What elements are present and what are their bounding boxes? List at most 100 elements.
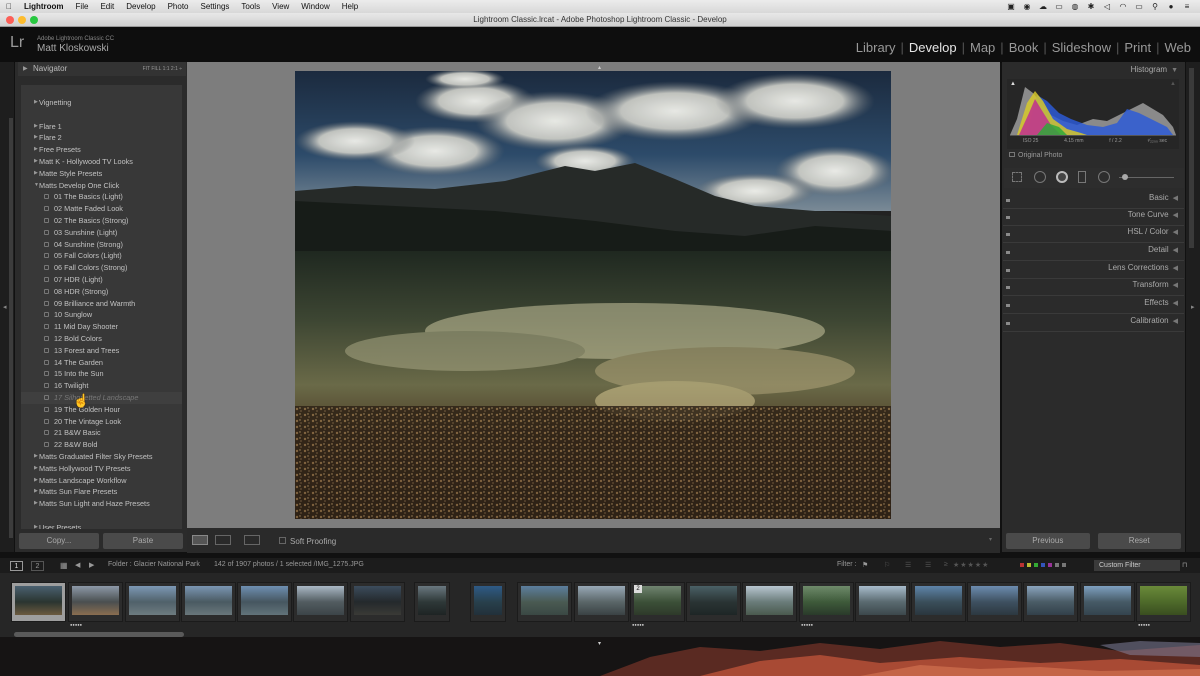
preset-folder[interactable]: ▶ Free Presets: [21, 144, 182, 156]
panel-switch-icon[interactable]: [1006, 269, 1010, 272]
disclosure-triangle-icon[interactable]: ▶: [34, 451, 38, 463]
disclosure-triangle-icon[interactable]: ◀: [1173, 282, 1178, 289]
panel-switch-icon[interactable]: [1006, 322, 1010, 325]
menu-app[interactable]: Lightroom: [18, 2, 70, 11]
main-photo[interactable]: [295, 71, 891, 519]
camera-icon[interactable]: ▣: [1006, 2, 1016, 11]
preset-item[interactable]: 20 The Vintage Look: [21, 416, 182, 428]
grid-view-icon[interactable]: ▦: [60, 561, 68, 570]
preset-folder[interactable]: ▶ User Presets: [21, 522, 182, 529]
filmstrip-thumb[interactable]: [686, 582, 741, 622]
back-arrow-icon[interactable]: ◀: [75, 561, 80, 569]
filter-lock-icon[interactable]: ⊓: [1182, 561, 1187, 569]
preset-item[interactable]: 03 Sunshine (Light): [21, 227, 182, 239]
module-slideshow[interactable]: Slideshow: [1047, 40, 1116, 55]
disclosure-triangle-icon[interactable]: ▶: [34, 522, 38, 529]
preset-item[interactable]: 02 The Basics (Strong): [21, 215, 182, 227]
preset-item[interactable]: 08 HDR (Strong): [21, 286, 182, 298]
right-panel-scrollbar[interactable]: [1189, 68, 1194, 248]
disclosure-triangle-icon[interactable]: ◀: [1173, 195, 1178, 202]
red-eye-icon[interactable]: [1056, 171, 1068, 183]
wifi-icon[interactable]: ◠: [1118, 2, 1128, 11]
preset-folder[interactable]: ▼ Matts Develop One Click: [21, 180, 182, 192]
yellow-label-icon[interactable]: [1027, 563, 1031, 567]
module-print[interactable]: Print: [1119, 40, 1156, 55]
panel-switch-icon[interactable]: [1006, 251, 1010, 254]
panel-header[interactable]: Transform ◀: [1132, 280, 1178, 289]
preset-item[interactable]: 16 Twilight: [21, 380, 182, 392]
preset-item[interactable]: 17 Silhouetted Landscape: [21, 392, 182, 404]
navigator-header[interactable]: ▶ Navigator FIT FILL 1:1 2:1 ÷: [18, 62, 186, 76]
preset-item[interactable]: 07 HDR (Light): [21, 274, 182, 286]
preset-item[interactable]: 01 The Basics (Light): [21, 191, 182, 203]
module-map[interactable]: Map: [965, 40, 1000, 55]
preset-folder[interactable]: ▶ Matts Graduated Filter Sky Presets: [21, 451, 182, 463]
preset-folder[interactable]: ▶ Matt K - Hollywood TV Looks: [21, 156, 182, 168]
preset-item[interactable]: 12 Bold Colors: [21, 333, 182, 345]
preset-folder[interactable]: ▶ Vignetting: [21, 97, 182, 109]
filter-options-icon[interactable]: ☰: [905, 561, 911, 569]
disclosure-triangle-icon[interactable]: ▶: [23, 62, 28, 76]
cloud-icon[interactable]: ☁: [1038, 2, 1048, 11]
filmstrip-thumb[interactable]: [470, 582, 506, 622]
panel-header[interactable]: Calibration ◀: [1130, 316, 1178, 325]
disclosure-triangle-icon[interactable]: ▶: [34, 486, 38, 498]
menu-photo[interactable]: Photo: [162, 2, 195, 11]
collapse-left-icon[interactable]: ◂: [3, 303, 7, 311]
volume-icon[interactable]: ◁: [1102, 2, 1112, 11]
module-library[interactable]: Library: [851, 40, 901, 55]
preset-item[interactable]: 13 Forest and Trees: [21, 345, 182, 357]
disclosure-triangle-icon[interactable]: ◀: [1173, 229, 1178, 236]
disclosure-triangle-icon[interactable]: ▶: [34, 121, 38, 133]
shadow-clipping-icon[interactable]: ▲: [1010, 81, 1016, 87]
filmstrip-thumb[interactable]: [1080, 582, 1135, 622]
preset-item[interactable]: 10 Sunglow: [21, 309, 182, 321]
panel-switch-icon[interactable]: [1006, 233, 1010, 236]
disclosure-triangle-icon[interactable]: ▼: [34, 180, 39, 192]
filter-options2-icon[interactable]: ☰: [925, 561, 931, 569]
minimize-window-icon[interactable]: [18, 16, 26, 24]
bluetooth-icon[interactable]: ✱: [1086, 2, 1096, 11]
panel-header[interactable]: Tone Curve ◀: [1128, 210, 1178, 219]
preset-folder[interactable]: ▶ Matte Style Presets: [21, 168, 182, 180]
preset-item[interactable]: 06 Fall Colors (Strong): [21, 262, 182, 274]
other-label-icon[interactable]: [1062, 563, 1066, 567]
apple-icon[interactable]: : [0, 2, 18, 11]
preset-folder[interactable]: ▶ Matts Sun Light and Haze Presets: [21, 498, 182, 510]
preset-folder[interactable]: ▶ Flare 1: [21, 121, 182, 133]
zoom-options[interactable]: FIT FILL 1:1 2:1 ÷: [143, 62, 182, 76]
module-develop[interactable]: Develop: [904, 40, 962, 55]
disclosure-triangle-icon[interactable]: ▶: [34, 168, 38, 180]
green-label-icon[interactable]: [1034, 563, 1038, 567]
disclosure-triangle-icon[interactable]: ▶: [34, 475, 38, 487]
panel-header[interactable]: HSL / Color ◀: [1128, 227, 1178, 236]
filmstrip-thumb[interactable]: [350, 582, 405, 622]
preset-item[interactable]: 15 Into the Sun: [21, 368, 182, 380]
screen-icon[interactable]: ▭: [1054, 2, 1064, 11]
filmstrip-thumb[interactable]: [293, 582, 348, 622]
before-after-split-icon[interactable]: [244, 535, 260, 545]
filmstrip-thumb[interactable]: [237, 582, 292, 622]
panel-switch-icon[interactable]: [1006, 216, 1010, 219]
disclosure-triangle-icon[interactable]: ▶: [34, 498, 38, 510]
collapse-top-icon[interactable]: ▴: [598, 64, 601, 71]
menu-list-icon[interactable]: ≡: [1182, 2, 1192, 11]
preset-item[interactable]: 14 The Garden: [21, 357, 182, 369]
close-window-icon[interactable]: [6, 16, 14, 24]
preset-item[interactable]: 22 B&W Bold: [21, 439, 182, 451]
menu-file[interactable]: File: [70, 2, 95, 11]
disclosure-triangle-icon[interactable]: ▶: [34, 144, 38, 156]
before-after-icon[interactable]: [215, 535, 231, 545]
filmstrip-thumb[interactable]: [799, 582, 854, 622]
preset-folder[interactable]: ▶ Flare 2: [21, 132, 182, 144]
preset-item[interactable]: 21 B&W Basic: [21, 427, 182, 439]
filmstrip-thumb[interactable]: [414, 582, 450, 622]
adjustment-brush-icon[interactable]: [1122, 174, 1128, 180]
disclosure-triangle-icon[interactable]: ▶: [34, 156, 38, 168]
menu-develop[interactable]: Develop: [120, 2, 161, 11]
panel-switch-icon[interactable]: [1006, 286, 1010, 289]
panel-switch-icon[interactable]: [1006, 199, 1010, 202]
paste-button[interactable]: Paste: [103, 533, 183, 549]
filmstrip-thumb[interactable]: [1136, 582, 1191, 622]
disclosure-triangle-icon[interactable]: ▶: [34, 463, 38, 475]
